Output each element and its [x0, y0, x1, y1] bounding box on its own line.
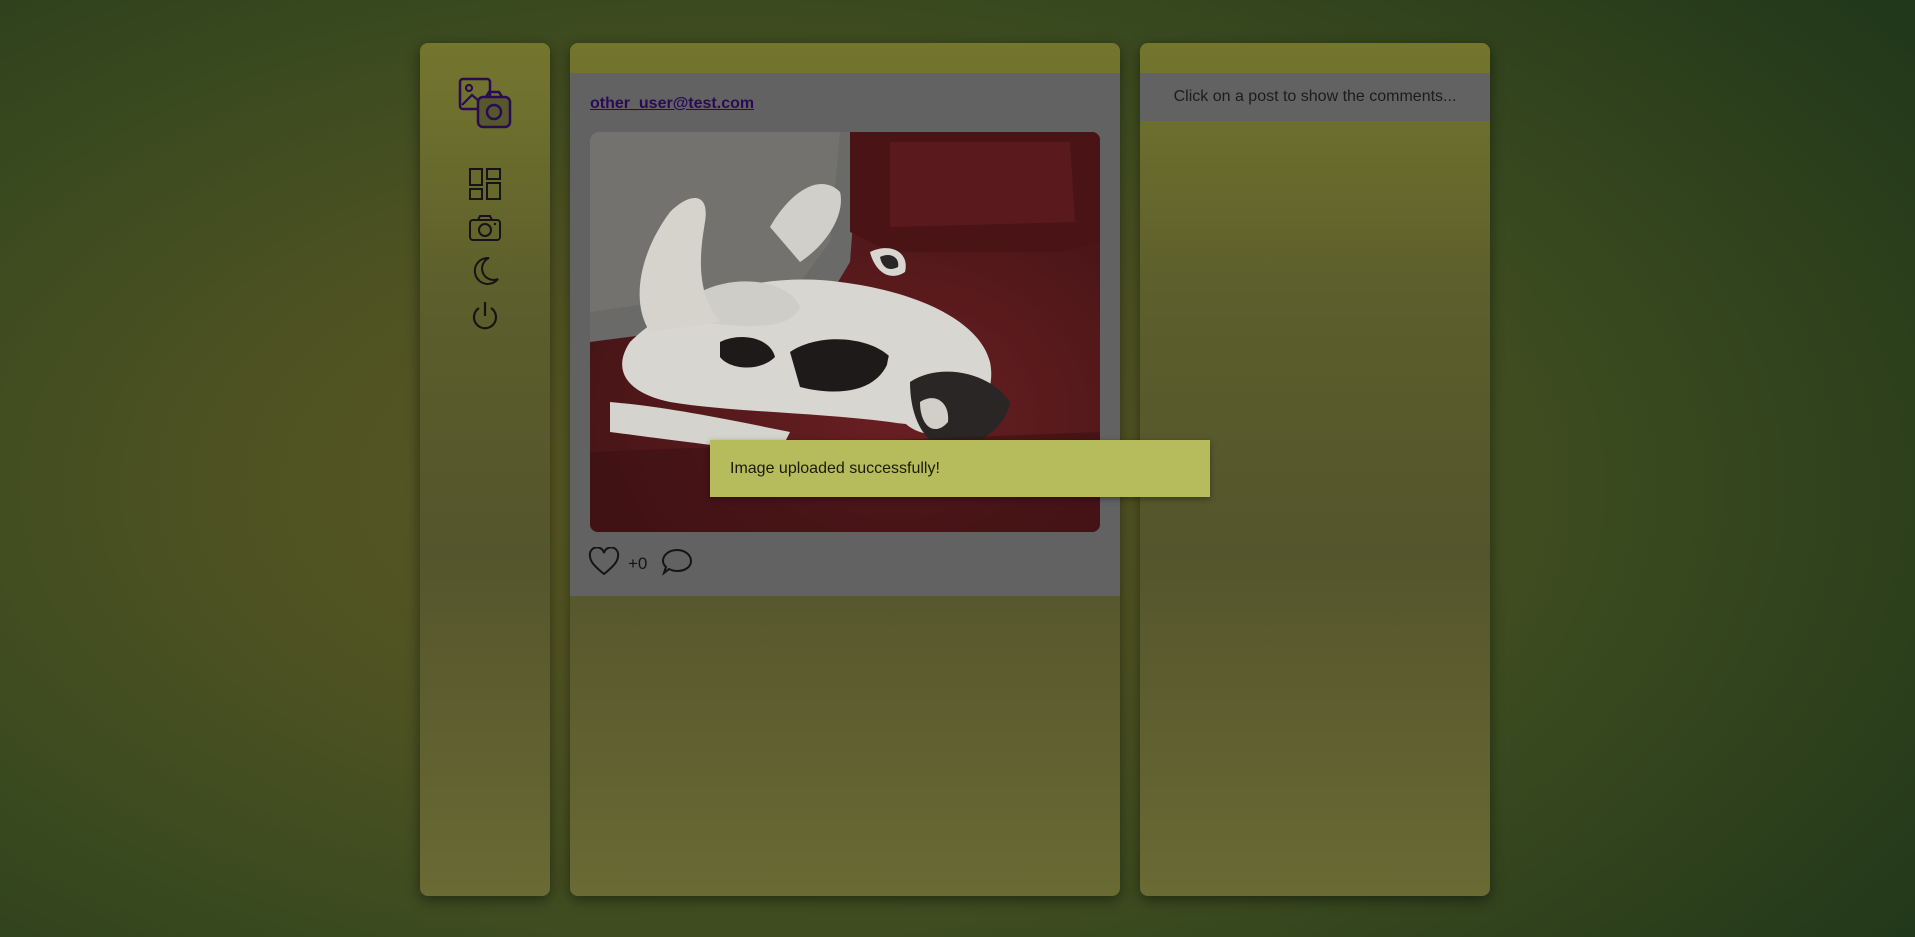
upload-success-toast: Image uploaded successfully! [710, 440, 1210, 497]
camera-icon[interactable] [468, 214, 502, 242]
comment-icon[interactable] [661, 547, 693, 582]
like-count: +0 [628, 554, 648, 573]
post-card[interactable]: other_user@test.com +0 [570, 73, 1120, 596]
post-actions: +0 [588, 545, 693, 582]
dashboard-icon[interactable] [468, 167, 502, 201]
comments-hint: Click on a post to show the comments... [1140, 73, 1490, 121]
power-icon[interactable] [470, 300, 500, 332]
moon-icon[interactable] [469, 255, 501, 287]
post-author-link[interactable]: other_user@test.com [590, 95, 754, 113]
nav-sidebar [420, 43, 550, 896]
heart-icon[interactable] [588, 545, 620, 582]
gallery-camera-icon[interactable] [458, 77, 512, 129]
